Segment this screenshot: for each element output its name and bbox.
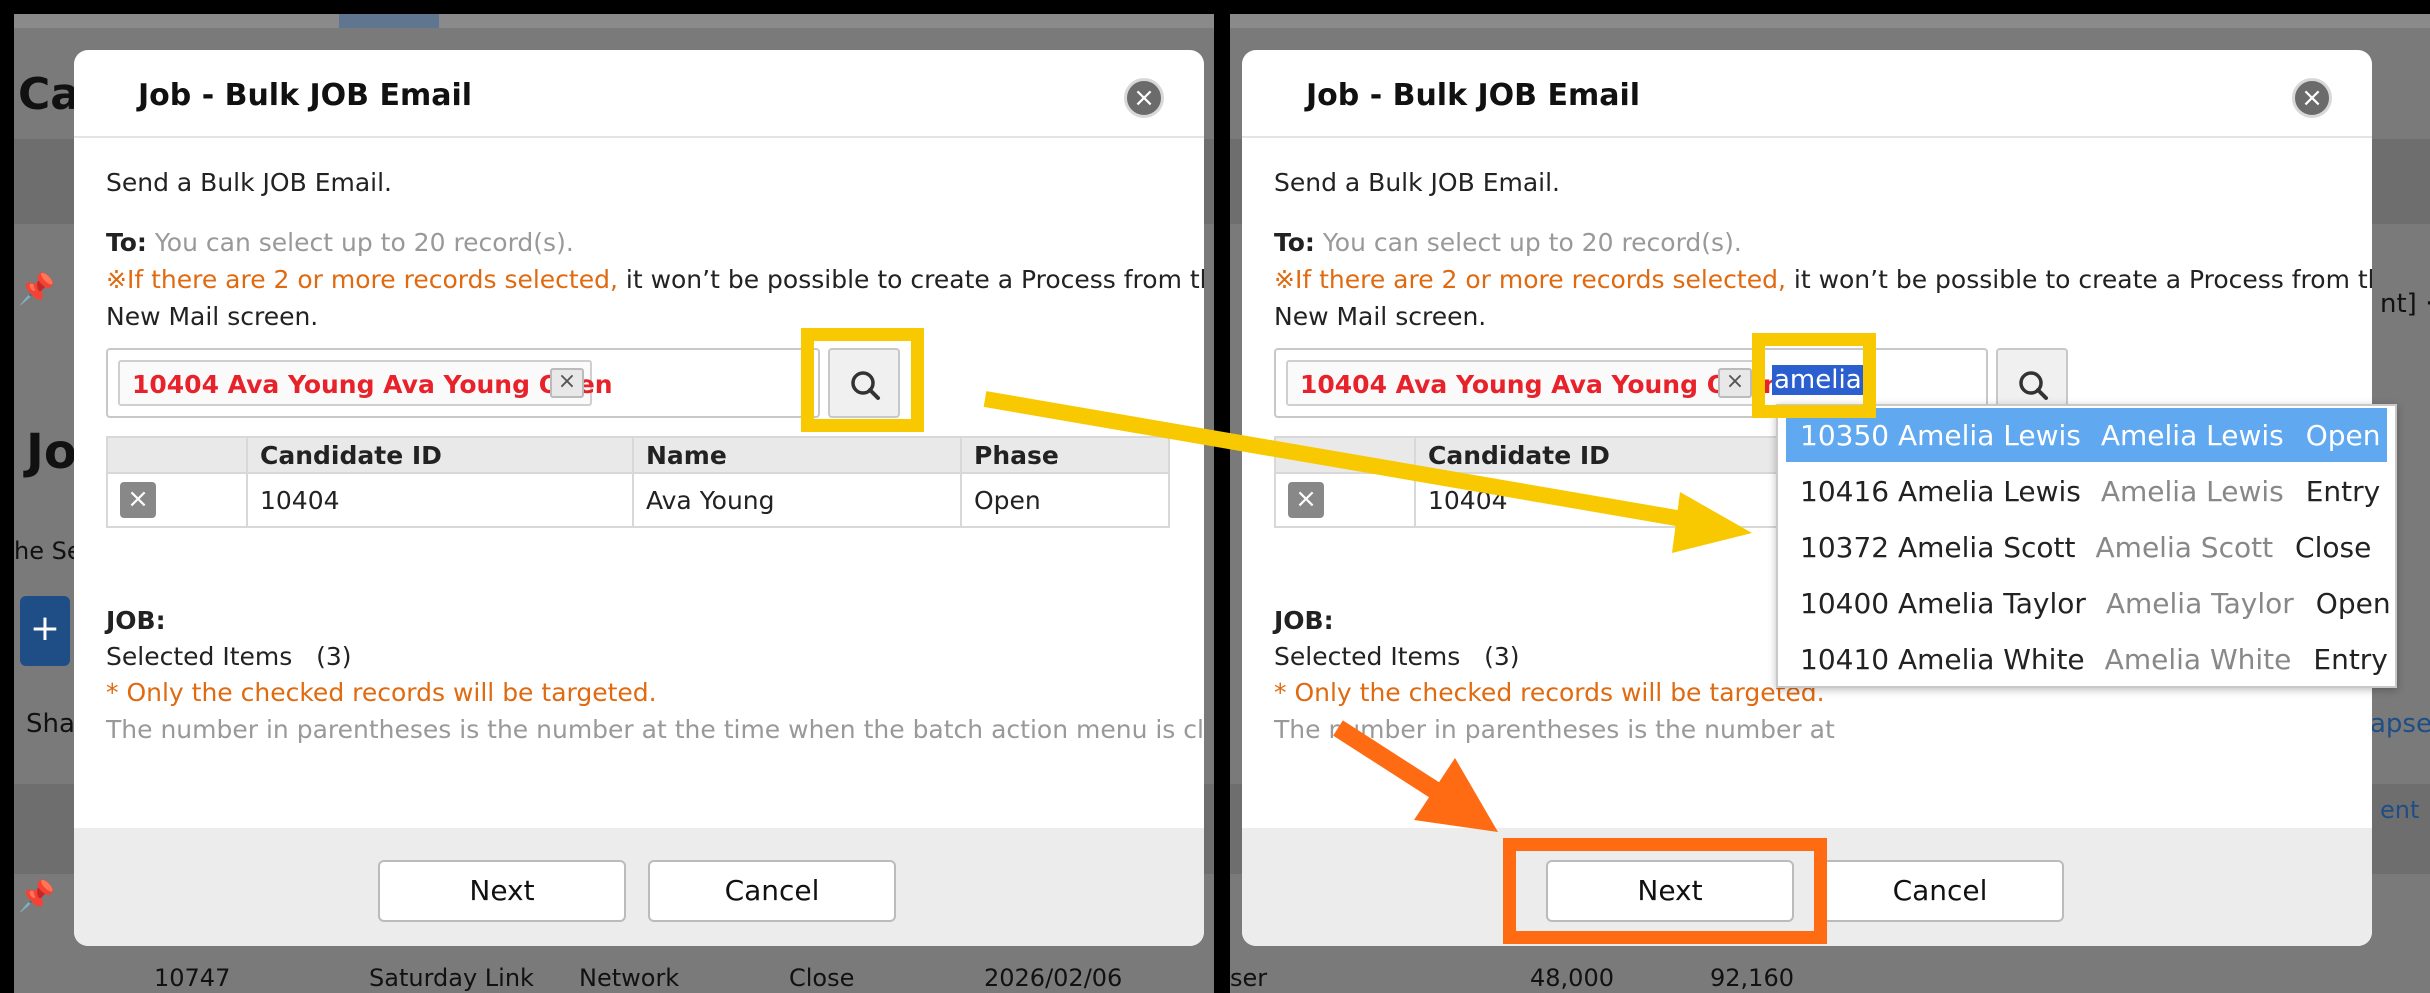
- yellow-arrow-head: [1672, 492, 1752, 553]
- orange-arrow-line: [1333, 720, 1455, 808]
- yellow-arrow-line: [983, 391, 1702, 530]
- annotation-arrows: [983, 391, 1752, 832]
